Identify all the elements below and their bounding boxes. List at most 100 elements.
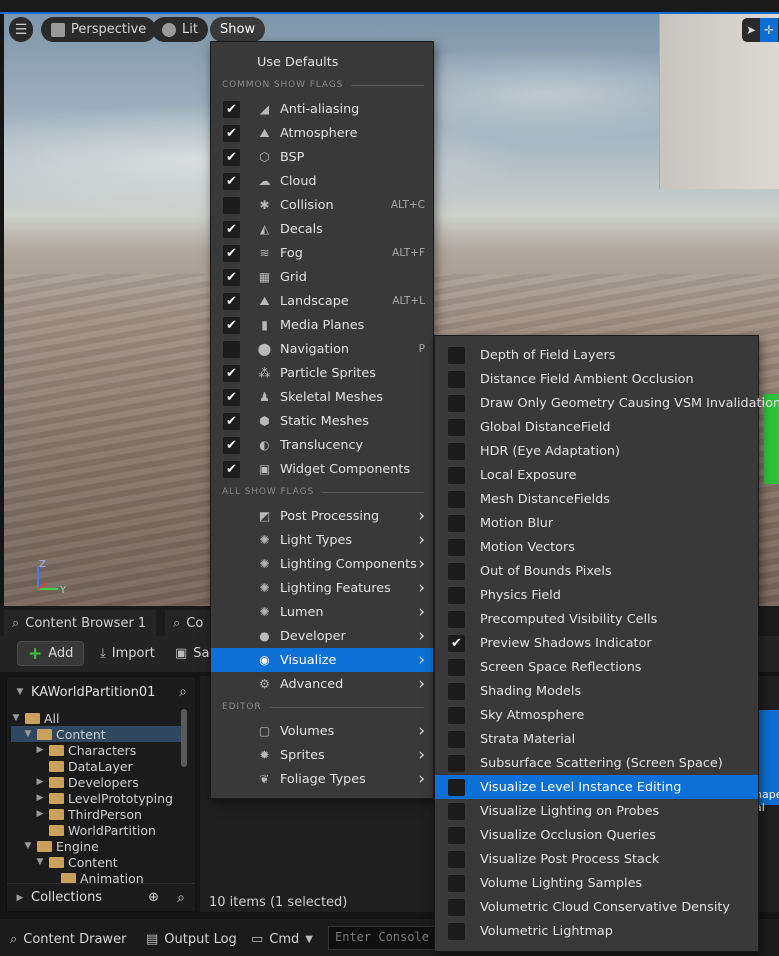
visualize-flag-draw-only-geometry-causing-vsm-invalidation[interactable]: Draw Only Geometry Causing VSM Invalidat… bbox=[435, 391, 779, 415]
tree-item-characters[interactable]: ▶ Characters bbox=[11, 742, 181, 758]
submenu-post-processing[interactable]: ◩ Post Processing › bbox=[211, 504, 433, 528]
submenu-lighting-features[interactable]: ✺ Lighting Features › bbox=[211, 576, 433, 600]
submenu-foliage-types[interactable]: ❦ Foliage Types › bbox=[211, 767, 433, 791]
visualize-flag-subsurface-scattering-screen-space-[interactable]: Subsurface Scattering (Screen Space) bbox=[435, 751, 758, 775]
visualize-flag-preview-shadows-indicator[interactable]: ✔ Preview Shadows Indicator bbox=[435, 631, 758, 655]
show-flag-anti-aliasing[interactable]: ✔ ◢ Anti-aliasing bbox=[211, 97, 433, 121]
tree-scrollbar[interactable] bbox=[181, 709, 187, 767]
tree-item-developers[interactable]: ▶ Developers bbox=[11, 774, 181, 790]
checkbox[interactable] bbox=[448, 658, 465, 676]
submenu-advanced[interactable]: ⚙ Advanced › bbox=[211, 672, 433, 696]
tree-item-levelprototyping[interactable]: ▶ LevelPrototyping bbox=[11, 790, 181, 806]
submenu-light-types[interactable]: ✺ Light Types › bbox=[211, 528, 433, 552]
checkbox[interactable]: ✔ bbox=[223, 460, 240, 478]
submenu-developer[interactable]: ● Developer › bbox=[211, 624, 433, 648]
show-flag-translucency[interactable]: ✔ ◐ Translucency bbox=[211, 433, 433, 457]
checkbox[interactable] bbox=[448, 538, 465, 556]
checkbox[interactable] bbox=[448, 778, 465, 796]
show-flag-bsp[interactable]: ✔ ⬡ BSP bbox=[211, 145, 433, 169]
show-flag-decals[interactable]: ✔ ◭ Decals bbox=[211, 217, 433, 241]
submenu-lighting-components[interactable]: ✺ Lighting Components › bbox=[211, 552, 433, 576]
visualize-flag-depth-of-field-layers[interactable]: Depth of Field Layers bbox=[435, 343, 758, 367]
checkbox[interactable] bbox=[448, 874, 465, 892]
console-input[interactable]: Enter Console bbox=[328, 926, 438, 950]
visualize-flag-shading-models[interactable]: Shading Models bbox=[435, 679, 758, 703]
viewport-menu-button[interactable]: ☰ bbox=[9, 17, 33, 42]
search-icon[interactable]: ⌕ bbox=[177, 890, 185, 906]
visualize-flag-strata-material[interactable]: Strata Material bbox=[435, 727, 758, 751]
visualize-flag-mesh-distancefields[interactable]: Mesh DistanceFields bbox=[435, 487, 758, 511]
use-defaults-item[interactable]: Use Defaults bbox=[211, 50, 433, 74]
checkbox[interactable] bbox=[448, 850, 465, 868]
collapsed-arrow-icon[interactable]: ▶ bbox=[35, 777, 45, 787]
output-log-button[interactable]: ▤ Output Log bbox=[140, 927, 243, 951]
visualize-flag-volumetric-lightmap[interactable]: Volumetric Lightmap bbox=[435, 919, 758, 943]
checkbox[interactable]: ✔ bbox=[223, 244, 240, 262]
submenu-lumen[interactable]: ✺ Lumen › bbox=[211, 600, 433, 624]
checkbox[interactable]: ✔ bbox=[223, 364, 240, 382]
visualize-flag-visualize-lighting-on-probes[interactable]: Visualize Lighting on Probes bbox=[435, 799, 758, 823]
checkbox[interactable] bbox=[448, 730, 465, 748]
checkbox[interactable]: ✔ bbox=[223, 148, 240, 166]
visualize-flag-visualize-post-process-stack[interactable]: Visualize Post Process Stack bbox=[435, 847, 758, 871]
expanded-arrow-icon[interactable]: ▼ bbox=[23, 729, 33, 739]
checkbox[interactable] bbox=[448, 754, 465, 772]
checkbox[interactable]: ✔ bbox=[223, 172, 240, 190]
visualize-flag-precomputed-visibility-cells[interactable]: Precomputed Visibility Cells bbox=[435, 607, 758, 631]
show-flag-atmosphere[interactable]: ✔ ⛰ Atmosphere bbox=[211, 121, 433, 145]
collapsed-arrow-icon[interactable]: ▶ bbox=[35, 745, 45, 755]
tree-item-thirdperson[interactable]: ▶ ThirdPerson bbox=[11, 806, 181, 822]
checkbox[interactable]: ✔ bbox=[223, 100, 240, 118]
move-icon[interactable]: ✛ bbox=[760, 18, 778, 42]
checkbox[interactable]: ✔ bbox=[448, 634, 465, 652]
checkbox[interactable]: ✔ bbox=[223, 436, 240, 454]
visualize-flag-hdr-eye-adaptation-[interactable]: HDR (Eye Adaptation) bbox=[435, 439, 758, 463]
tree-item-worldpartition[interactable]: WorldPartition bbox=[11, 822, 181, 838]
show-flag-landscape[interactable]: ✔ ⛰ Landscape ALT+L bbox=[211, 289, 433, 313]
checkbox[interactable] bbox=[448, 802, 465, 820]
visualize-flag-volume-lighting-samples[interactable]: Volume Lighting Samples bbox=[435, 871, 758, 895]
visualize-flag-out-of-bounds-pixels[interactable]: Out of Bounds Pixels bbox=[435, 559, 758, 583]
show-flag-grid[interactable]: ✔ ▦ Grid bbox=[211, 265, 433, 289]
show-flag-static-meshes[interactable]: ✔ ⬢ Static Meshes bbox=[211, 409, 433, 433]
checkbox[interactable] bbox=[448, 394, 465, 412]
submenu-volumes[interactable]: ▢ Volumes › bbox=[211, 719, 433, 743]
visualize-flag-visualize-level-instance-editing[interactable]: Visualize Level Instance Editing bbox=[435, 775, 758, 799]
show-flag-collision[interactable]: ✱ Collision ALT+C bbox=[211, 193, 433, 217]
visualize-flag-volumetric-cloud-conservative-density[interactable]: Volumetric Cloud Conservative Density bbox=[435, 895, 758, 919]
collapsed-arrow-icon[interactable]: ▶ bbox=[35, 809, 45, 819]
checkbox[interactable]: ✔ bbox=[223, 220, 240, 238]
checkbox[interactable] bbox=[448, 826, 465, 844]
tree-item-content[interactable]: ▼ Content bbox=[11, 854, 181, 870]
project-header[interactable]: ▼ KAWorldPartition01 ⌕ bbox=[7, 677, 197, 707]
visualize-flag-screen-space-reflections[interactable]: Screen Space Reflections bbox=[435, 655, 758, 679]
checkbox[interactable] bbox=[448, 610, 465, 628]
show-flag-navigation[interactable]: ⬤ Navigation P bbox=[211, 337, 433, 361]
checkbox[interactable] bbox=[448, 514, 465, 532]
checkbox[interactable]: ✔ bbox=[223, 124, 240, 142]
expanded-arrow-icon[interactable]: ▼ bbox=[23, 841, 33, 851]
tree-item-all[interactable]: ▼ All bbox=[11, 710, 181, 726]
visualize-flag-distance-field-ambient-occlusion[interactable]: Distance Field Ambient Occlusion bbox=[435, 367, 758, 391]
add-collection-icon[interactable]: ⊕ bbox=[148, 890, 159, 905]
show-flag-cloud[interactable]: ✔ ☁ Cloud bbox=[211, 169, 433, 193]
expanded-arrow-icon[interactable]: ▼ bbox=[11, 713, 21, 723]
cmd-dropdown[interactable]: ▭ Cmd ▼ bbox=[245, 927, 319, 951]
lit-button[interactable]: Lit bbox=[152, 17, 208, 42]
tree-item-datalayer[interactable]: DataLayer bbox=[11, 758, 181, 774]
expanded-arrow-icon[interactable]: ▼ bbox=[35, 857, 45, 867]
visualize-flag-visualize-occlusion-queries[interactable]: Visualize Occlusion Queries bbox=[435, 823, 758, 847]
checkbox[interactable] bbox=[223, 340, 240, 358]
visualize-flag-global-distancefield[interactable]: Global DistanceField bbox=[435, 415, 758, 439]
search-icon[interactable]: ⌕ bbox=[179, 684, 187, 700]
show-flag-fog[interactable]: ✔ ≋ Fog ALT+F bbox=[211, 241, 433, 265]
content-drawer-button[interactable]: ⌕ Content Drawer bbox=[4, 927, 132, 951]
visualize-flag-motion-blur[interactable]: Motion Blur bbox=[435, 511, 758, 535]
checkbox[interactable]: ✔ bbox=[223, 292, 240, 310]
perspective-button[interactable]: Perspective bbox=[41, 17, 157, 42]
import-button[interactable]: ⤓ Import bbox=[90, 641, 165, 666]
tab-content-browser-2[interactable]: ⌕ Co bbox=[165, 610, 214, 636]
checkbox[interactable] bbox=[448, 442, 465, 460]
show-flag-skeletal-meshes[interactable]: ✔ ♟ Skeletal Meshes bbox=[211, 385, 433, 409]
checkbox[interactable]: ✔ bbox=[223, 388, 240, 406]
